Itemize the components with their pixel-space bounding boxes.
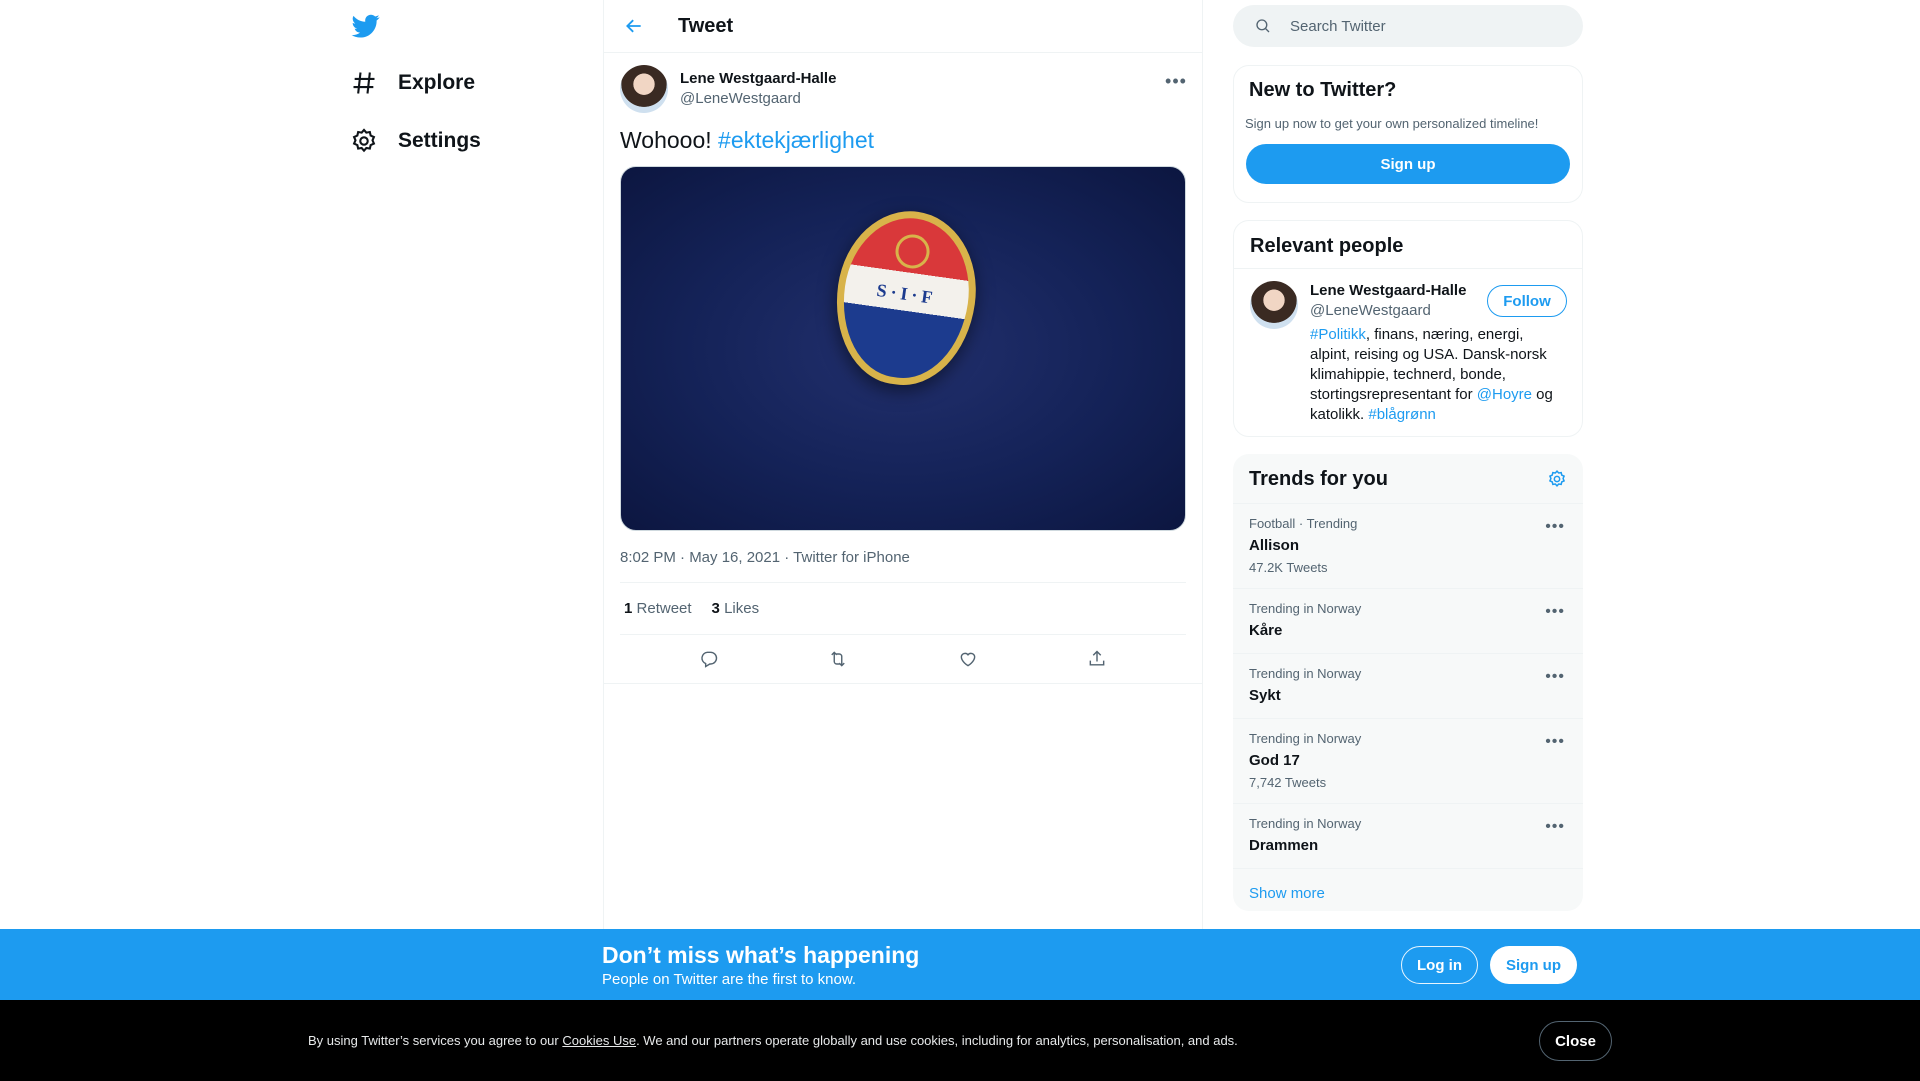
avatar[interactable]: [620, 65, 668, 113]
person-item[interactable]: Lene Westgaard-Halle @LeneWestgaard #Pol…: [1234, 269, 1582, 437]
signup-card-subtitle: Sign up now to get your own personalized…: [1245, 116, 1539, 131]
likes-count: 3: [711, 600, 720, 617]
bio-mention-link[interactable]: @Hoyre: [1477, 386, 1532, 403]
cookie-text: By using Twitter’s services you agree to…: [308, 1033, 1238, 1048]
cookie-banner: By using Twitter’s services you agree to…: [0, 1000, 1920, 1081]
nav-item-settings[interactable]: Settings: [350, 123, 481, 159]
more-options-icon[interactable]: •••: [1545, 668, 1565, 686]
tweet: Lene Westgaard-Halle @LeneWestgaard ••• …: [604, 53, 1202, 684]
tweet-actions: [604, 635, 1202, 684]
trend-context: Trending in Norway: [1249, 666, 1362, 681]
author-handle[interactable]: @LeneWestgaard: [680, 89, 836, 109]
hashtag-icon: [353, 72, 375, 94]
back-button[interactable]: [616, 8, 652, 44]
tweet-author: Lene Westgaard-Halle @LeneWestgaard: [620, 65, 1186, 113]
search-bar[interactable]: [1233, 5, 1583, 47]
hashtag-link[interactable]: #ektekjærlighet: [718, 127, 874, 153]
trend-context: Trending in Norway: [1249, 816, 1362, 831]
signup-button[interactable]: Sign up: [1490, 946, 1577, 984]
trends-card: Trends for you Football · Trending Allis…: [1233, 454, 1583, 911]
retweets-stat[interactable]: 1 Retweet: [624, 600, 692, 617]
club-badge-image: S·I·F: [825, 202, 987, 394]
person-bio: #Politikk, finans, næring, energi, alpin…: [1310, 325, 1565, 425]
trend-context: Football · Trending: [1249, 516, 1358, 531]
avatar[interactable]: [1250, 281, 1298, 329]
share-icon: [1089, 650, 1105, 666]
nav-item-label: Explore: [398, 71, 476, 94]
relevant-people-card: Relevant people Lene Westgaard-Halle @Le…: [1233, 220, 1583, 437]
trend-count: 47.2K Tweets: [1249, 560, 1328, 575]
tweet-timestamp[interactable]: 8:02 PM · May 16, 2021: [620, 549, 780, 566]
share-button[interactable]: [1079, 641, 1115, 677]
tweet-text: Wohooo! #ektekjærlighet: [620, 125, 1186, 155]
cookie-text-before: By using Twitter’s services you agree to…: [308, 1033, 563, 1048]
trend-item[interactable]: Trending in Norway God 17 7,742 Tweets •…: [1233, 719, 1583, 804]
trend-name: God 17: [1249, 752, 1300, 769]
more-options-icon[interactable]: •••: [1545, 818, 1565, 836]
tweet-stats: 1 Retweet 3 Likes: [620, 583, 1186, 635]
main-column: Tweet Lene Westgaard-Halle @LeneWestgaar…: [603, 0, 1203, 930]
signup-card-title: New to Twitter?: [1249, 79, 1397, 101]
new-to-twitter-card: New to Twitter? Sign up now to get your …: [1233, 65, 1583, 203]
more-options-icon[interactable]: •••: [1545, 518, 1565, 536]
reply-button[interactable]: [691, 641, 727, 677]
likes-label: Likes: [724, 600, 760, 617]
heart-icon: [960, 652, 976, 667]
trend-item[interactable]: Trending in Norway Kåre •••: [1233, 589, 1583, 654]
trend-context: Trending in Norway: [1249, 731, 1362, 746]
nav-item-label: Settings: [398, 129, 481, 152]
login-button[interactable]: Log in: [1401, 946, 1478, 984]
tweet-text-plain: Wohooo!: [620, 127, 719, 153]
trends-title: Trends for you: [1249, 467, 1388, 490]
tweet-image[interactable]: S·I·F: [620, 166, 1186, 531]
bio-hashtag-link[interactable]: #blågrønn: [1368, 406, 1436, 423]
main-header: Tweet: [604, 0, 1202, 53]
trend-item[interactable]: Trending in Norway Sykt •••: [1233, 654, 1583, 719]
like-button[interactable]: [950, 641, 986, 677]
search-input[interactable]: [1290, 17, 1550, 35]
trend-count: 7,742 Tweets: [1249, 775, 1327, 790]
relevant-people-title: Relevant people: [1250, 235, 1404, 257]
nav-item-explore[interactable]: Explore: [350, 65, 475, 101]
promo-title: Don’t miss what’s happening: [602, 942, 920, 968]
follow-button[interactable]: Follow: [1487, 285, 1567, 317]
twitter-bird-icon[interactable]: [350, 12, 382, 40]
search-icon: [1256, 19, 1270, 33]
signup-promo-bar: Don’t miss what’s happening People on Tw…: [0, 929, 1920, 1000]
trend-name: Kåre: [1249, 622, 1283, 639]
more-options-icon[interactable]: •••: [1545, 733, 1565, 751]
trend-name: Drammen: [1249, 837, 1319, 854]
cookies-use-link[interactable]: Cookies Use: [562, 1033, 636, 1048]
retweets-count: 1: [624, 600, 633, 617]
more-options-icon[interactable]: •••: [1545, 603, 1565, 621]
meta-separator: ·: [780, 549, 794, 566]
page-title: Tweet: [678, 14, 734, 37]
bio-hashtag-link[interactable]: #Politikk: [1310, 326, 1366, 343]
reply-icon: [701, 651, 717, 668]
more-options-icon[interactable]: •••: [1164, 69, 1188, 93]
close-button[interactable]: Close: [1539, 1021, 1612, 1061]
signup-button[interactable]: Sign up: [1246, 144, 1570, 184]
tweet-metadata: 8:02 PM · May 16, 2021 · Twitter for iPh…: [620, 549, 1186, 583]
retweet-icon: [831, 651, 846, 667]
retweet-button[interactable]: [820, 641, 856, 677]
author-name[interactable]: Lene Westgaard-Halle: [680, 69, 836, 89]
promo-subtitle: People on Twitter are the first to know.: [602, 971, 857, 988]
retweets-label: Retweet: [636, 600, 692, 617]
badge-text: S·I·F: [875, 279, 938, 308]
gear-icon: [352, 128, 376, 153]
trend-item[interactable]: Football · Trending Allison 47.2K Tweets…: [1233, 504, 1583, 589]
trend-item[interactable]: Trending in Norway Drammen •••: [1233, 804, 1583, 869]
likes-stat[interactable]: 3 Likes: [712, 600, 760, 617]
tweet-source[interactable]: Twitter for iPhone: [793, 549, 910, 566]
gear-icon[interactable]: [1547, 469, 1567, 489]
arrow-left-icon: [626, 19, 641, 33]
show-more-link[interactable]: Show more: [1233, 869, 1583, 911]
trend-name: Allison: [1249, 537, 1300, 554]
trend-context: Trending in Norway: [1249, 601, 1362, 616]
trend-name: Sykt: [1249, 687, 1281, 704]
cookie-text-after: . We and our partners operate globally a…: [636, 1033, 1238, 1048]
